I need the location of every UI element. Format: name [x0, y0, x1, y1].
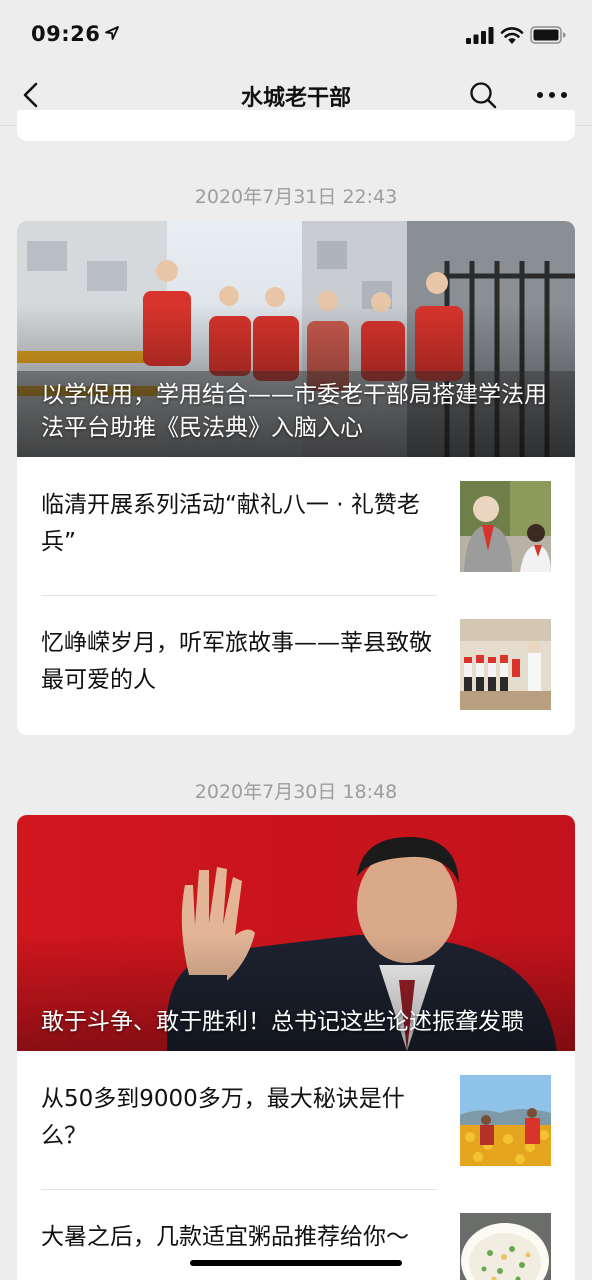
article-thumbnail	[460, 481, 551, 572]
article-thumbnail	[460, 619, 551, 710]
location-arrow-icon	[105, 26, 119, 40]
article-title: 临清开展系列活动“献礼八一 · 礼赞老兵”	[41, 492, 420, 555]
article-thumbnail	[460, 1213, 551, 1280]
cover-title: 以学促用，学用结合——市委老干部局搭建学法用法平台助推《民法典》入脑入心	[41, 382, 547, 441]
article-item[interactable]: 从50多到9000多万，最大秘诀是什么？	[17, 1051, 575, 1189]
status-bar: 09:26	[0, 0, 592, 66]
page-title: 水城老干部	[240, 86, 351, 111]
feed-card: 以学促用，学用结合——市委老干部局搭建学法用法平台助推《民法典》入脑入心 临清开…	[17, 221, 575, 735]
cover-title: 敢于斗争、敢于胜利！总书记这些论述振聋发聩	[41, 1009, 524, 1035]
home-indicator[interactable]	[190, 1260, 402, 1266]
wifi-icon	[500, 27, 524, 44]
battery-icon	[530, 26, 566, 44]
article-title: 忆峥嵘岁月，听军旅故事——莘县致敬最可爱的人	[41, 630, 432, 693]
article-title: 大暑之后，几款适宜粥品推荐给你～	[41, 1224, 409, 1250]
article-thumbnail	[460, 1075, 551, 1166]
more-options-icon[interactable]	[534, 84, 570, 106]
previous-feed-card	[17, 110, 575, 141]
article-item[interactable]: 临清开展系列活动“献礼八一 · 礼赞老兵”	[17, 457, 575, 595]
status-time: 09:26	[31, 22, 101, 46]
feed-timestamp: 2020年7月31日 22:43	[194, 186, 398, 208]
cover-article[interactable]: 敢于斗争、敢于胜利！总书记这些论述振聋发聩	[17, 815, 575, 1051]
article-item[interactable]: 忆峥嵘岁月，听军旅故事——莘县致敬最可爱的人	[17, 595, 575, 733]
cellular-signal-icon	[466, 27, 494, 44]
cover-article[interactable]: 以学促用，学用结合——市委老干部局搭建学法用法平台助推《民法典》入脑入心	[17, 221, 575, 457]
search-icon[interactable]	[468, 80, 498, 110]
feed-card: 敢于斗争、敢于胜利！总书记这些论述振聋发聩 从50多到9000多万，最大秘诀是什…	[17, 815, 575, 1280]
feed-timestamp: 2020年7月30日 18:48	[194, 781, 398, 803]
article-item[interactable]: 大暑之后，几款适宜粥品推荐给你～	[17, 1189, 575, 1280]
article-title: 从50多到9000多万，最大秘诀是什么？	[41, 1086, 405, 1149]
